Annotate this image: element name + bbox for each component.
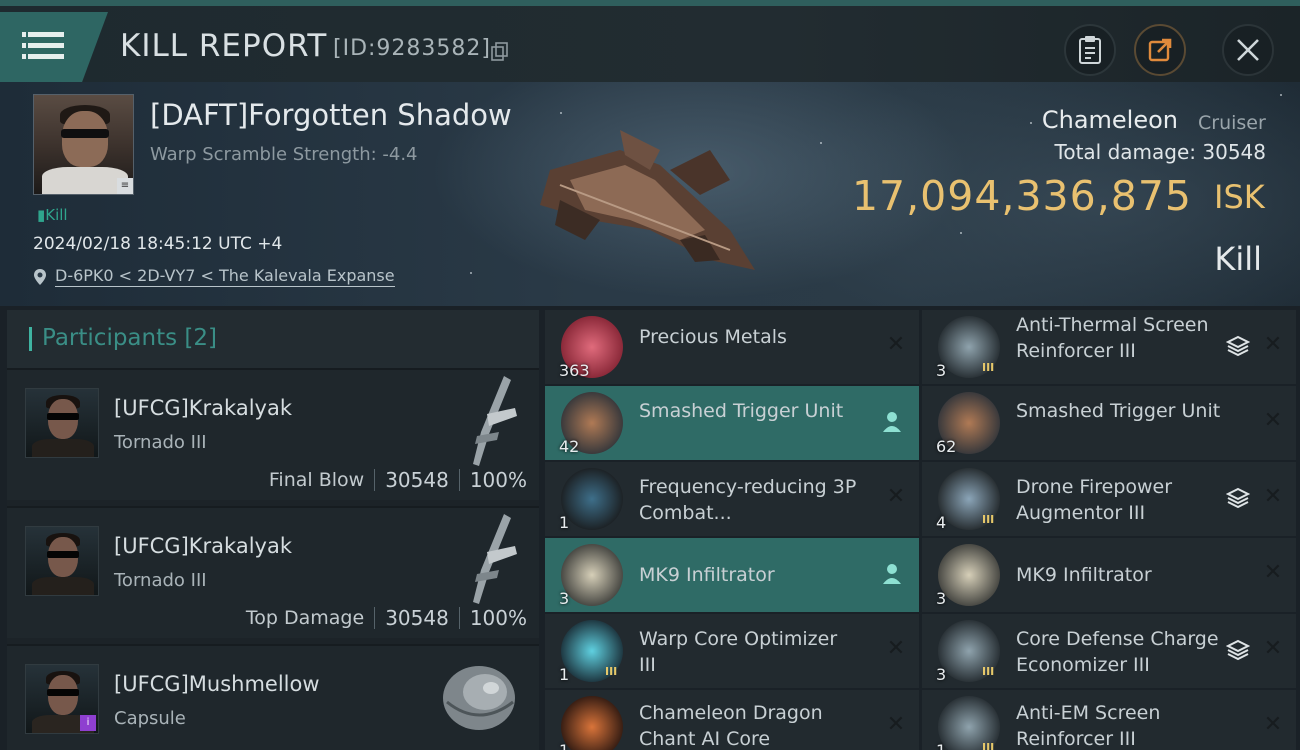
item-mk9-infiltrator[interactable]: 3 MK9 Infiltrator ✕ <box>922 538 1296 612</box>
participant-ship: Tornado III <box>114 432 207 453</box>
close-button[interactable] <box>1222 24 1274 76</box>
item-mk9-infiltrator[interactable]: 3 MK9 Infiltrator <box>545 538 919 612</box>
top-bar: KILL REPORT [ID:9283582] <box>0 0 1300 82</box>
participant-stats: Final Blow 30548 100% <box>269 468 527 492</box>
victim-panel: ≡ [DAFT]Forgotten Shadow Warp Scramble S… <box>0 82 1300 306</box>
dropped-icon <box>883 564 901 584</box>
menu-button[interactable] <box>0 12 108 82</box>
victim-ship-image <box>540 130 755 270</box>
kill-datetime: 2024/02/18 18:45:12 UTC +4 <box>33 234 283 254</box>
share-button[interactable] <box>1134 24 1186 76</box>
destroyed-icon: ✕ <box>1263 408 1283 433</box>
item-core-defense-charge-economizer[interactable]: 3 III Core Defense Charge Economizer III… <box>922 614 1296 688</box>
tornado-ship-icon <box>473 514 517 604</box>
drone-icon <box>938 544 1000 606</box>
kill-type-label: Kill <box>1214 240 1262 278</box>
destroyed-icon: ✕ <box>1263 712 1283 737</box>
participant-row[interactable]: [UFCG]Krakalyak Tornado III Top Damage 3… <box>7 506 539 638</box>
corp-badge-icon: ≡ <box>117 178 133 194</box>
item-frequency-reducing-3p[interactable]: 1 Frequency-reducing 3P Combat... ✕ <box>545 462 919 536</box>
destroyed-icon: ✕ <box>1263 332 1283 357</box>
participant-damage: 30548 <box>385 606 449 630</box>
menu-icon <box>22 32 64 37</box>
capsule-ship-icon <box>443 666 515 730</box>
close-icon <box>1237 39 1259 61</box>
item-anti-em-screen-reinforcer[interactable]: 1 III Anti-EM Screen Reinforcer III ✕ <box>922 690 1296 750</box>
clipboard-button[interactable] <box>1064 24 1116 76</box>
destroyed-icon: ✕ <box>886 712 906 737</box>
victim-portrait[interactable]: ≡ <box>33 94 134 195</box>
combat-module-icon <box>561 468 623 530</box>
stack-icon <box>1226 487 1250 509</box>
avatar[interactable] <box>25 388 99 458</box>
item-drone-firepower-augmentor[interactable]: 4 III Drone Firepower Augmentor III ✕ <box>922 462 1296 536</box>
participant-damage: 30548 <box>385 468 449 492</box>
destroyed-icon: ✕ <box>886 636 906 661</box>
avatar[interactable]: i <box>25 664 99 734</box>
destroyed-icon: ✕ <box>886 484 906 509</box>
clipboard-icon <box>1079 36 1101 64</box>
role-tag-icon: i <box>80 715 96 731</box>
tornado-ship-icon <box>473 376 517 466</box>
top-damage-label: Top Damage <box>245 607 365 629</box>
item-smashed-trigger-unit[interactable]: 62 Smashed Trigger Unit ✕ <box>922 386 1296 460</box>
participant-name: [UFCG]Krakalyak <box>114 396 292 420</box>
destroyed-icon: ✕ <box>1263 484 1283 509</box>
participant-ship: Tornado III <box>114 570 207 591</box>
participant-row[interactable]: [UFCG]Krakalyak Tornado III Final Blow 3… <box>7 368 539 500</box>
victim-ship-name[interactable]: Chameleon <box>1042 106 1178 134</box>
item-precious-metals[interactable]: 363 Precious Metals ✕ <box>545 310 919 384</box>
kill-tag: ▮Kill <box>37 206 68 224</box>
ai-core-icon <box>561 696 623 750</box>
drone-icon <box>561 544 623 606</box>
item-anti-thermal-screen[interactable]: 3 III Anti-Thermal Screen Reinforcer III… <box>922 310 1296 384</box>
item-smashed-trigger-unit[interactable]: 42 Smashed Trigger Unit <box>545 386 919 460</box>
warp-scramble-strength: Warp Scramble Strength: -4.4 <box>150 144 418 165</box>
copy-icon[interactable] <box>491 42 509 62</box>
dropped-items-grid: 363 Precious Metals ✕ 3 III Anti-Thermal… <box>545 310 1300 750</box>
isk-unit: ISK <box>1214 178 1265 216</box>
location-pin-icon <box>34 268 46 285</box>
total-damage: Total damage: 30548 <box>1054 140 1266 164</box>
participant-percent: 100% <box>469 468 527 492</box>
kill-location[interactable]: D-6PK0 < 2D-VY7 < The Kalevala Expanse <box>33 266 395 287</box>
participant-row[interactable]: i [UFCG]Mushmellow Capsule <box>7 644 539 750</box>
share-icon <box>1148 38 1172 62</box>
destroyed-icon: ✕ <box>1263 560 1283 585</box>
stack-icon <box>1226 335 1250 357</box>
report-id: [ID:9283582] <box>333 36 491 61</box>
participant-percent: 100% <box>469 606 527 630</box>
participant-stats: Top Damage 30548 100% <box>246 606 527 630</box>
participant-ship: Capsule <box>114 708 186 729</box>
participant-name: [UFCG]Mushmellow <box>114 672 320 696</box>
final-blow-label: Final Blow <box>268 469 365 491</box>
victim-name[interactable]: [DAFT]Forgotten Shadow <box>150 98 512 132</box>
item-chameleon-dragon-chant-ai-core[interactable]: 1 Chameleon Dragon Chant AI Core ✕ <box>545 690 919 750</box>
destroyed-icon: ✕ <box>886 332 906 357</box>
participants-header: Participants [2] <box>7 310 539 368</box>
stack-icon <box>1226 639 1250 661</box>
item-warp-core-optimizer[interactable]: 1 III Warp Core Optimizer III ✕ <box>545 614 919 688</box>
destroyed-icon: ✕ <box>1263 636 1283 661</box>
dropped-icon <box>883 412 901 432</box>
victim-ship-class: Cruiser <box>1198 112 1266 134</box>
isk-value: 17,094,336,875 <box>851 172 1192 220</box>
participant-name: [UFCG]Krakalyak <box>114 534 292 558</box>
participants-panel: Participants [2] [UFCG]Krakalyak Tornado… <box>7 310 539 750</box>
page-title: KILL REPORT <box>120 28 328 64</box>
avatar[interactable] <box>25 526 99 596</box>
